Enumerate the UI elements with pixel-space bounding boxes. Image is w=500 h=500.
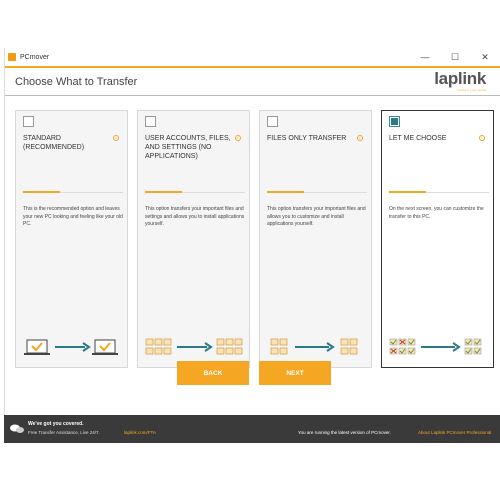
footer-bar: We've got you covered. Free Transfer Ass…	[4, 415, 500, 443]
custom-selection-graphic	[389, 338, 482, 355]
logo-tagline: connect your world	[457, 88, 486, 92]
option-title: LET ME CHOOSE	[389, 135, 447, 142]
transfer-options: STANDARD (RECOMMENDED) i This is the rec…	[15, 110, 495, 368]
page-title: Choose What to Transfer	[15, 76, 138, 88]
laptop-check-icon	[24, 339, 50, 355]
arrow-right-icon	[177, 342, 213, 352]
option-card-standard[interactable]: STANDARD (RECOMMENDED) i This is the rec…	[15, 110, 128, 368]
option-description: This option transfers your important fil…	[145, 206, 245, 227]
pcmover-app-icon	[8, 53, 16, 61]
option-title: FILES ONLY TRANSFER	[267, 135, 347, 142]
option-card-let-me-choose[interactable]: LET ME CHOOSE i On the next screen, you …	[381, 110, 494, 368]
app-title: PCmover	[20, 53, 50, 61]
arrow-right-icon	[295, 342, 335, 352]
title-bar: PCmover — ☐ ✕	[5, 48, 500, 66]
option-description: On the next screen, you can customize th…	[389, 206, 484, 220]
maximize-button[interactable]: ☐	[440, 48, 470, 66]
arrow-right-icon	[421, 342, 461, 352]
footer-tagline: We've got you covered.	[28, 421, 84, 427]
close-button[interactable]: ✕	[470, 48, 500, 66]
option-progress-fill	[389, 191, 426, 193]
logo-text: laplink	[434, 69, 486, 88]
minimize-button[interactable]: —	[410, 48, 440, 66]
laptop-transfer-graphic	[24, 339, 118, 355]
info-icon[interactable]: i	[357, 135, 363, 141]
laptop-check-icon	[92, 339, 118, 355]
info-icon[interactable]: i	[479, 135, 485, 141]
pcmover-window: PCmover — ☐ ✕ Choose What to Transfer la…	[4, 48, 500, 443]
info-icon[interactable]: i	[235, 135, 241, 141]
back-button[interactable]: BACK	[177, 361, 249, 385]
files-settings-graphic	[145, 338, 243, 355]
option-description: This option transfers your important fil…	[267, 206, 366, 227]
laplink-logo: laplink connect your world	[434, 69, 486, 93]
option-checkbox[interactable]	[145, 116, 156, 127]
version-status: You are running the latest version of PC…	[298, 430, 391, 435]
title-accent-rule	[5, 66, 500, 68]
files-graphic	[270, 338, 358, 355]
chat-bubble-icon	[10, 424, 24, 433]
window-controls: — ☐ ✕	[410, 48, 500, 66]
option-checkbox[interactable]	[267, 116, 278, 127]
fta-link[interactable]: laplink.com/FTA	[124, 430, 156, 435]
info-icon[interactable]: i	[113, 135, 119, 141]
option-progress-fill	[145, 191, 182, 193]
option-card-files-only[interactable]: FILES ONLY TRANSFER i This option transf…	[259, 110, 372, 368]
option-card-user-accounts[interactable]: USER ACCOUNTS, FILES, AND SETTINGS (NO A…	[137, 110, 250, 368]
option-title: STANDARD (RECOMMENDED)	[23, 135, 85, 151]
arrow-right-icon	[55, 342, 91, 352]
option-checkbox[interactable]	[23, 116, 34, 127]
option-progress-fill	[23, 191, 60, 193]
next-button[interactable]: NEXT	[259, 361, 331, 385]
option-progress-fill	[267, 191, 304, 193]
header-divider	[5, 95, 500, 96]
about-link[interactable]: About Laplink PCmover Professional	[418, 430, 491, 435]
footer-assistance: Free Transfer Assistance, Live 24/7.	[28, 430, 100, 435]
option-checkbox-checked[interactable]	[389, 116, 400, 127]
option-description: This is the recommended option and leave…	[23, 206, 123, 227]
option-title: USER ACCOUNTS, FILES, AND SETTINGS (NO A…	[145, 135, 231, 160]
